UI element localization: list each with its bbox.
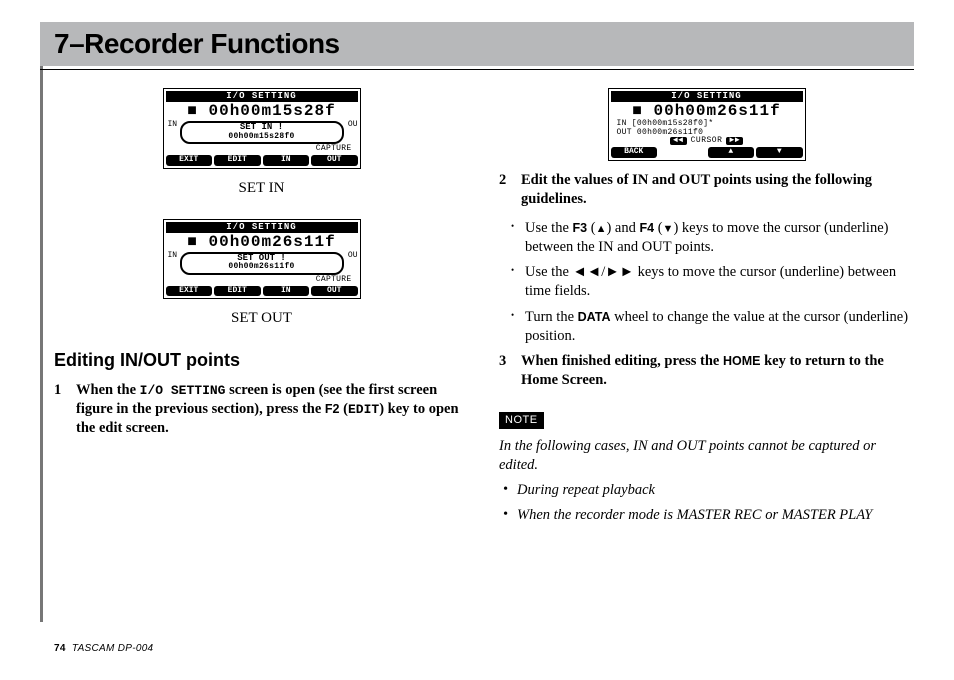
section-heading: Editing IN/OUT points bbox=[54, 349, 469, 373]
bullet-data-wheel: Turn the DATA wheel to change the value … bbox=[507, 308, 914, 346]
triangle-up-icon bbox=[596, 220, 607, 236]
step-3: 3 When finished editing, press the HOME … bbox=[499, 352, 914, 390]
note-bullets: During repeat playback When the recorder… bbox=[499, 481, 914, 525]
page-number: 74 bbox=[54, 643, 66, 654]
note-bullet-1: During repeat playback bbox=[499, 481, 914, 500]
left-column: I/O SETTING ■ 00h00m15s28f IN SET IN ! 0… bbox=[54, 84, 469, 531]
lcd-screenshot-edit: I/O SETTING ■ 00h00m26s11f IN [00h00m15s… bbox=[499, 88, 914, 161]
note-body: In the following cases, IN and OUT point… bbox=[499, 437, 914, 475]
page-footer: 74 TASCAM DP-004 bbox=[54, 643, 153, 654]
triangle-down-icon bbox=[663, 220, 674, 236]
lcd-screenshot-set-in: I/O SETTING ■ 00h00m15s28f IN SET IN ! 0… bbox=[54, 88, 469, 169]
left-margin-rule bbox=[40, 22, 43, 622]
step-2-bullets: Use the F3 () and F4 () keys to move the… bbox=[507, 219, 914, 346]
lcd-title-bar: I/O SETTING bbox=[166, 91, 358, 102]
bullet-f3-f4: Use the F3 () and F4 () keys to move the… bbox=[507, 219, 914, 257]
two-column-layout: I/O SETTING ■ 00h00m15s28f IN SET IN ! 0… bbox=[54, 84, 914, 531]
note-tag: NOTE bbox=[499, 412, 544, 429]
rewind-forward-icon: ◄◄/►► bbox=[573, 264, 634, 280]
step-1: 1 When the I/O SETTING screen is open (s… bbox=[54, 381, 469, 438]
product-model: TASCAM DP-004 bbox=[72, 643, 154, 654]
lcd-screenshot-set-out: I/O SETTING ■ 00h00m26s11f IN SET OUT ! … bbox=[54, 219, 469, 300]
chapter-header: 7–Recorder Functions bbox=[40, 22, 914, 66]
lcd-caption-set-out: SET OUT bbox=[54, 309, 469, 329]
note-bullet-2: When the recorder mode is MASTER REC or … bbox=[499, 506, 914, 525]
lcd-fkeys: EXIT EDIT IN OUT bbox=[166, 155, 358, 165]
header-underline bbox=[40, 69, 914, 70]
step-2: 2 Edit the values of IN and OUT points u… bbox=[499, 171, 914, 209]
right-column: I/O SETTING ■ 00h00m26s11f IN [00h00m15s… bbox=[499, 84, 914, 531]
chapter-title: 7–Recorder Functions bbox=[40, 28, 340, 60]
lcd-time: ■ 00h00m15s28f bbox=[166, 103, 358, 120]
lcd-caption-set-in: SET IN bbox=[54, 179, 469, 199]
bullet-transport: Use the ◄◄/►► keys to move the cursor (u… bbox=[507, 263, 914, 301]
